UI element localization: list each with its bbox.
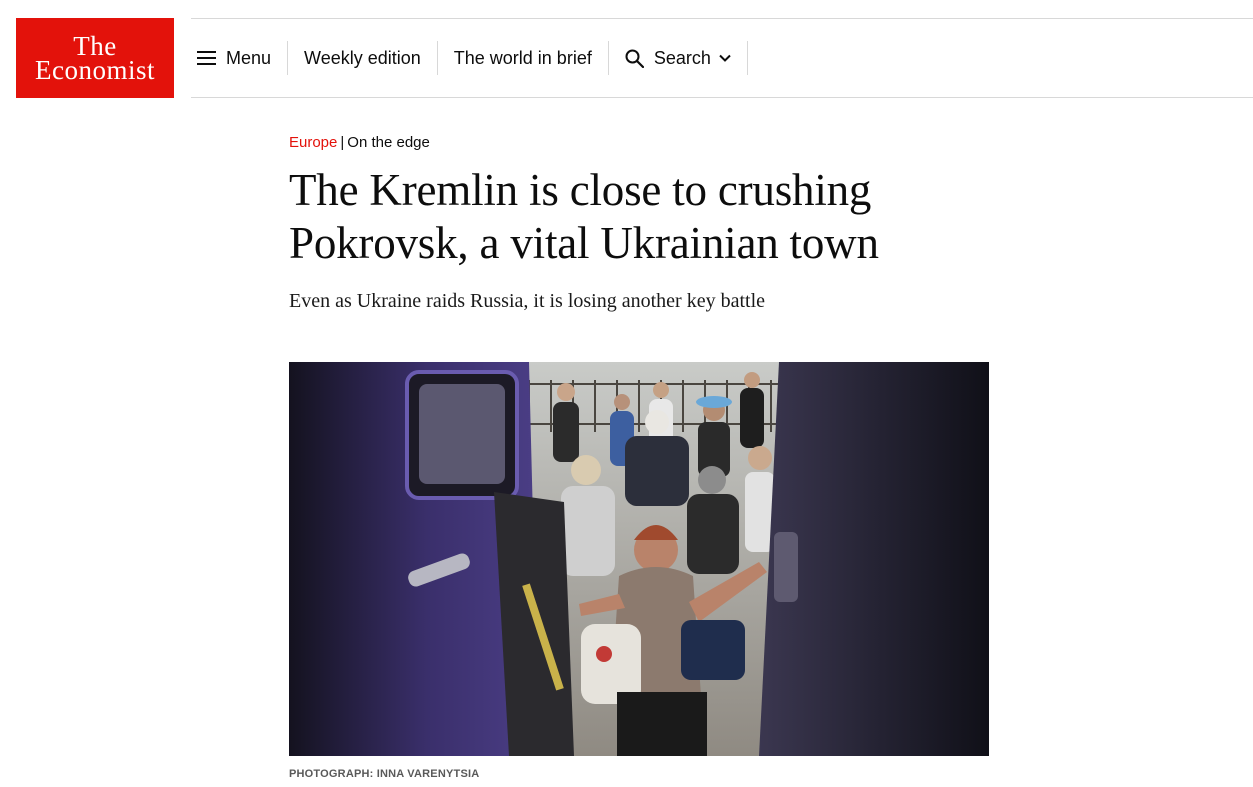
search-label: Search (653, 47, 711, 68)
chevron-down-icon (719, 54, 731, 62)
page: The Economist Menu Weekly edition The wo… (0, 0, 1253, 787)
lead-photo (289, 362, 989, 756)
menu-button[interactable]: Menu (191, 41, 289, 75)
weekly-edition-link[interactable]: Weekly edition (288, 41, 438, 75)
search-icon (625, 49, 644, 68)
article-headline: The Kremlin is close to crushing Pokrovs… (289, 165, 879, 268)
economist-logo[interactable]: The Economist (16, 18, 174, 98)
rubric-separator: | (340, 134, 345, 151)
article-rubric: Europe | On the edge (289, 133, 430, 153)
weekly-edition-label: Weekly edition (304, 47, 421, 68)
menu-label: Menu (226, 47, 272, 68)
world-in-brief-label: The world in brief (453, 47, 592, 68)
hamburger-icon (197, 51, 216, 65)
world-in-brief-link[interactable]: The world in brief (438, 41, 609, 75)
logo-line-2: Economist (35, 55, 155, 85)
article-standfirst: Even as Ukraine raids Russia, it is losi… (289, 290, 766, 312)
section-link-europe[interactable]: Europe (289, 134, 337, 151)
photo-caption: PHOTOGRAPH: INNA VARENYTSIA (289, 768, 480, 780)
search-button[interactable]: Search (609, 41, 748, 75)
fly-title: On the edge (347, 134, 430, 151)
top-navigation: Menu Weekly edition The world in brief S… (191, 18, 1253, 98)
